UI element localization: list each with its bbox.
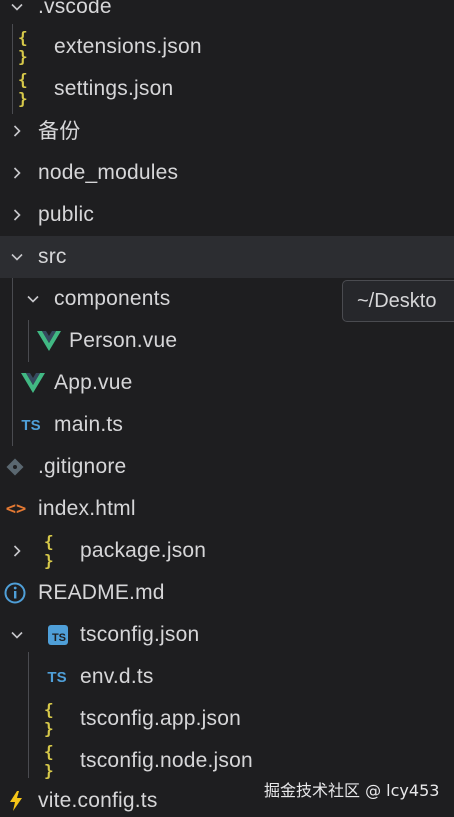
vite-icon — [5, 780, 27, 817]
tree-file-package-json[interactable]: { } package.json — [0, 530, 454, 572]
json-icon: { } — [44, 700, 55, 738]
tree-file-app-vue[interactable]: App.vue — [0, 362, 454, 404]
tree-item-label: index.html — [38, 497, 136, 520]
chevron-down-icon — [5, 236, 29, 278]
typescript-icon: TS — [21, 416, 41, 434]
tree-file-gitignore[interactable]: .gitignore — [0, 446, 454, 488]
tree-item-label: settings.json — [54, 77, 174, 100]
file-explorer: .vscode { } extensions.json { } settings… — [0, 0, 454, 817]
tree-folder-node-modules[interactable]: node_modules — [0, 152, 454, 194]
tree-item-label: src — [38, 245, 67, 268]
tree-item-label: tsconfig.node.json — [80, 749, 253, 772]
tree-item-label: .gitignore — [38, 455, 127, 478]
path-tooltip: ~/Deskto — [342, 280, 454, 322]
tree-file-index-html[interactable]: <> index.html — [0, 488, 454, 530]
chevron-down-icon — [5, 0, 29, 28]
vue-icon — [36, 320, 62, 362]
tree-item-label: env.d.ts — [80, 665, 154, 688]
vue-icon — [20, 362, 46, 404]
tree-item-label: extensions.json — [54, 35, 202, 58]
tree-file-readme[interactable]: README.md — [0, 572, 454, 614]
chevron-down-icon — [5, 614, 29, 656]
chevron-right-icon — [5, 530, 29, 572]
tree-folder-src[interactable]: src — [0, 236, 454, 278]
tree-item-label: Person.vue — [69, 329, 178, 352]
info-icon — [3, 572, 27, 614]
tree-item-label: public — [38, 203, 95, 226]
json-icon: { } — [44, 742, 55, 780]
tree-folder-backup[interactable]: 备份 — [0, 110, 454, 152]
chevron-right-icon — [5, 152, 29, 194]
watermark-text: 掘金技术社区 @ lcy453 — [264, 781, 440, 800]
tree-file-tsconfig-json[interactable]: TS tsconfig.json — [0, 614, 454, 656]
tree-file-settings-json[interactable]: { } settings.json — [0, 68, 454, 110]
tree-file-tsconfig-app-json[interactable]: { } tsconfig.app.json — [0, 698, 454, 740]
tree-item-label: package.json — [80, 539, 207, 562]
html-icon: <> — [5, 499, 27, 519]
tree-item-label: main.ts — [54, 413, 124, 436]
chevron-right-icon — [5, 194, 29, 236]
tree-file-extensions-json[interactable]: { } extensions.json — [0, 26, 454, 68]
tree-item-label: components — [54, 287, 171, 310]
tree-item-label: .vscode — [38, 0, 112, 18]
chevron-down-icon — [21, 278, 45, 320]
tree-item-label: 备份 — [38, 119, 81, 143]
tree-file-env-d-ts[interactable]: TS env.d.ts — [0, 656, 454, 698]
json-icon: { } — [44, 532, 55, 570]
git-icon — [4, 446, 26, 488]
tree-file-tsconfig-node-json[interactable]: { } tsconfig.node.json — [0, 740, 454, 782]
tree-item-label: App.vue — [54, 371, 133, 394]
tree-file-main-ts[interactable]: TS main.ts — [0, 404, 454, 446]
chevron-right-icon — [5, 110, 29, 152]
tree-item-label: tsconfig.json — [80, 623, 200, 646]
tree-item-label: vite.config.ts — [38, 789, 158, 812]
tree-item-label: README.md — [38, 581, 165, 604]
tree-item-label: tsconfig.app.json — [80, 707, 242, 730]
json-icon: { } — [18, 28, 29, 66]
tree-folder-vscode[interactable]: .vscode — [0, 0, 454, 28]
json-icon: { } — [18, 70, 29, 108]
tree-item-label: node_modules — [38, 161, 179, 184]
tree-folder-public[interactable]: public — [0, 194, 454, 236]
tree-file-person-vue[interactable]: Person.vue — [0, 320, 454, 362]
typescript-icon: TS — [47, 668, 67, 686]
tsconfig-icon: TS — [47, 614, 69, 656]
